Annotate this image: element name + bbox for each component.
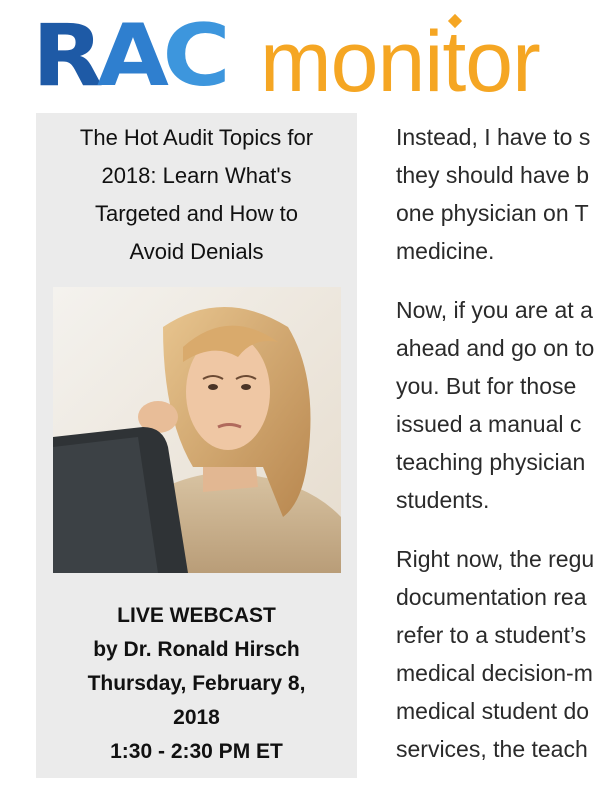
webcast-time: 1:30 - 2:30 PM ET — [110, 740, 283, 763]
webcast-year: 2018 — [173, 706, 220, 729]
ad-title-line: Avoid Denials — [129, 239, 264, 264]
article-line: students. — [396, 487, 490, 513]
article-line: issued a manual c — [396, 411, 582, 437]
article-line: teaching physician — [396, 449, 586, 475]
article-body: Instead, I have to s they should have b … — [396, 118, 614, 789]
article-line: ahead and go on to — [396, 335, 595, 361]
webcast-ad[interactable]: The Hot Audit Topics for 2018: Learn Wha… — [36, 113, 357, 778]
ad-title[interactable]: The Hot Audit Topics for 2018: Learn Wha… — [36, 119, 357, 271]
logo-letter-a: A — [97, 6, 169, 106]
article-line: services, the teach — [396, 736, 588, 762]
racmonitor-logo[interactable]: RAC monitor — [32, 6, 612, 110]
article-line: medical student do — [396, 698, 590, 724]
article-line: Right now, the regu — [396, 546, 595, 572]
article-paragraph: Right now, the regu documentation rea re… — [396, 540, 614, 768]
ad-title-line: The Hot Audit Topics for — [79, 125, 314, 150]
webcast-details: LIVE WEBCAST by Dr. Ronald Hirsch Thursd… — [36, 599, 357, 769]
logo-letter-r: R — [32, 6, 104, 106]
article-line: documentation rea — [396, 584, 587, 610]
ad-title-line: 2018: Learn What's — [101, 163, 292, 188]
photo-illustration — [53, 287, 341, 573]
logo-monitor: monitor — [260, 14, 541, 110]
logo-rac: RAC — [32, 6, 231, 106]
webcast-presenter: by Dr. Ronald Hirsch — [93, 638, 300, 661]
article-line: refer to a student’s — [396, 622, 587, 648]
article-line: one physician on T — [396, 200, 589, 226]
article-line: they should have b — [396, 162, 590, 188]
article-line: medical decision-m — [396, 660, 593, 686]
article-paragraph: Instead, I have to s they should have b … — [396, 118, 614, 270]
article-paragraph: Now, if you are at a ahead and go on to … — [396, 291, 614, 519]
logo-letter-c: C — [162, 6, 230, 106]
webcast-label: LIVE WEBCAST — [117, 604, 276, 627]
ad-photo-woman-at-computer[interactable] — [53, 287, 341, 573]
ad-title-line: Targeted and How to — [94, 201, 299, 226]
article-line: you. But for those — [396, 373, 577, 399]
webcast-date: Thursday, February 8, — [87, 672, 306, 695]
article-line: Instead, I have to s — [396, 124, 591, 150]
article-line: Now, if you are at a — [396, 297, 593, 323]
article-line: medicine. — [396, 238, 495, 264]
